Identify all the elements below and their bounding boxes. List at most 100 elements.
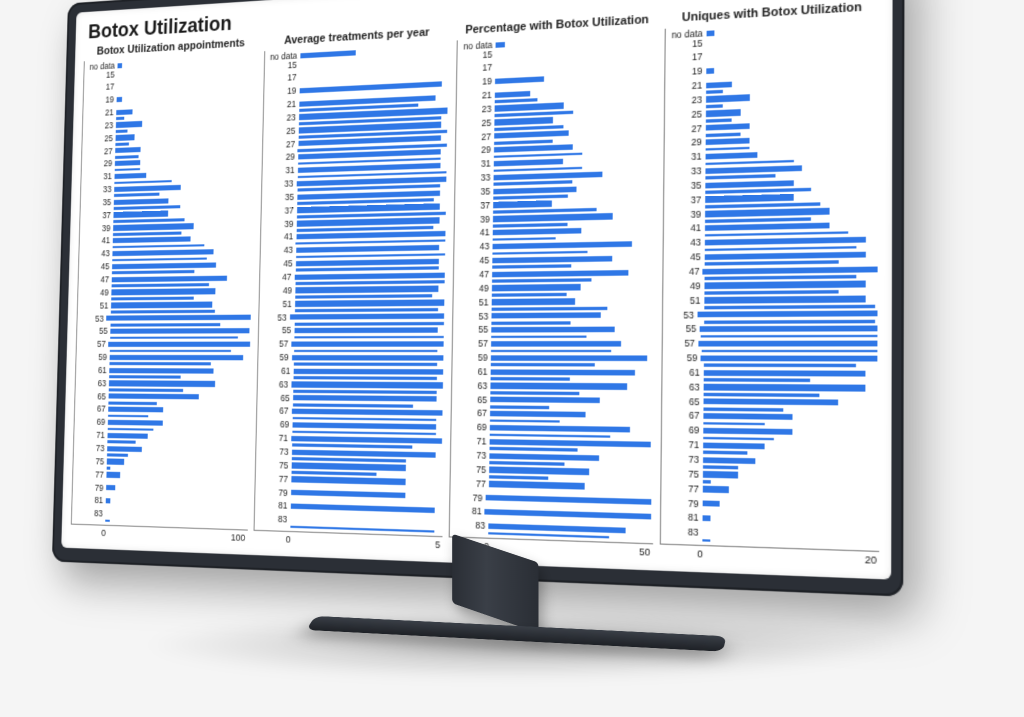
bar-group: no data151719212325272931333537394143454… — [660, 19, 878, 548]
y-tick-label — [260, 257, 296, 258]
bar — [496, 42, 506, 48]
y-tick-label: 57 — [77, 340, 109, 349]
bar — [492, 299, 575, 305]
bar — [491, 312, 600, 318]
y-tick-label — [454, 254, 492, 255]
y-tick-label — [73, 480, 106, 481]
y-tick-label: 57 — [258, 340, 291, 349]
y-tick-label — [81, 196, 114, 197]
bar — [703, 364, 856, 367]
y-tick-label — [80, 234, 113, 235]
y-tick-label — [256, 458, 292, 459]
bar — [703, 428, 792, 435]
bar — [495, 91, 530, 98]
bar — [706, 81, 732, 88]
y-tick-label: 53 — [662, 310, 697, 320]
bar — [292, 422, 436, 430]
y-tick-label: 51 — [78, 301, 111, 310]
chart-plot: no data151719212325272931333537394143454… — [659, 17, 881, 552]
y-tick-label: 63 — [257, 380, 291, 389]
y-tick-label: 67 — [661, 411, 702, 421]
bar — [294, 272, 445, 280]
bar — [109, 381, 215, 387]
bar — [702, 501, 720, 507]
bar — [113, 236, 191, 243]
y-tick-label — [660, 539, 701, 540]
y-tick-label: 47 — [454, 270, 492, 280]
y-tick-label: 59 — [76, 353, 109, 362]
y-tick-label — [457, 102, 495, 104]
y-tick-label — [664, 178, 705, 179]
y-tick-label — [456, 171, 494, 172]
bar — [114, 198, 169, 205]
y-tick-label — [82, 170, 115, 171]
y-tick-label: 63 — [76, 379, 109, 388]
bar — [703, 442, 765, 449]
bar — [489, 467, 589, 475]
charts-grid: Botox Utilization appointmentsno data151… — [61, 0, 892, 578]
bar — [116, 135, 135, 141]
bar — [702, 486, 729, 493]
x-tick-label: 0 — [101, 528, 106, 538]
bar — [295, 286, 438, 293]
y-tick-label — [456, 157, 494, 158]
bar — [291, 341, 444, 347]
y-tick-label — [457, 88, 495, 90]
y-tick-label — [261, 204, 296, 205]
y-tick-label — [255, 485, 291, 486]
y-tick-label — [661, 510, 702, 511]
bar — [702, 539, 711, 542]
bar-group: no data151719212325272931333537394143454… — [450, 31, 656, 540]
bar — [491, 327, 615, 333]
bar — [112, 249, 213, 256]
y-tick-label: 55 — [662, 324, 699, 334]
y-tick-label — [664, 121, 705, 123]
bar — [706, 30, 715, 36]
y-tick-label: 59 — [662, 353, 701, 363]
y-tick-label — [450, 490, 488, 491]
y-tick-label — [263, 150, 298, 151]
bar-row: 55 — [662, 324, 877, 334]
y-tick-label — [260, 244, 295, 245]
bar — [703, 370, 865, 377]
bar — [491, 363, 594, 366]
bar — [705, 138, 749, 145]
y-tick-label — [256, 431, 292, 432]
y-tick-label — [665, 78, 706, 80]
y-tick-label — [255, 471, 291, 472]
monitor: Botox Utilization By Year Botox Utilizat… — [60, 0, 960, 700]
bar — [106, 472, 120, 478]
y-tick-label — [663, 264, 704, 265]
bar — [107, 467, 110, 470]
y-tick-label — [661, 466, 702, 467]
y-tick-label — [661, 452, 702, 453]
bar-group: no data151719212325272931333537394143454… — [72, 54, 256, 528]
y-tick-label: 53 — [77, 314, 106, 323]
y-tick-label — [457, 116, 495, 118]
bar — [489, 481, 585, 489]
y-tick-label: 65 — [257, 393, 293, 402]
bar — [292, 355, 444, 361]
bar-row: 59 — [453, 353, 653, 363]
bar — [294, 327, 437, 333]
y-tick-label — [74, 441, 107, 442]
bar — [114, 173, 146, 179]
bar — [493, 228, 582, 236]
bar — [705, 194, 794, 202]
bar — [107, 459, 124, 465]
bar — [702, 349, 877, 352]
y-tick-label — [256, 445, 292, 446]
y-tick-label — [80, 247, 113, 248]
y-tick-label — [74, 454, 107, 455]
y-tick-label — [255, 498, 291, 499]
bar — [697, 311, 877, 318]
y-tick-label: 49 — [78, 288, 111, 297]
bar — [703, 399, 838, 406]
chart-plot: no data151719212325272931333537394143454… — [253, 41, 451, 537]
y-tick-label — [456, 129, 494, 131]
bar — [293, 363, 437, 366]
bar — [702, 457, 755, 464]
bar — [491, 341, 621, 347]
y-tick-label: 59 — [453, 353, 491, 362]
y-tick-label: 69 — [661, 425, 702, 435]
